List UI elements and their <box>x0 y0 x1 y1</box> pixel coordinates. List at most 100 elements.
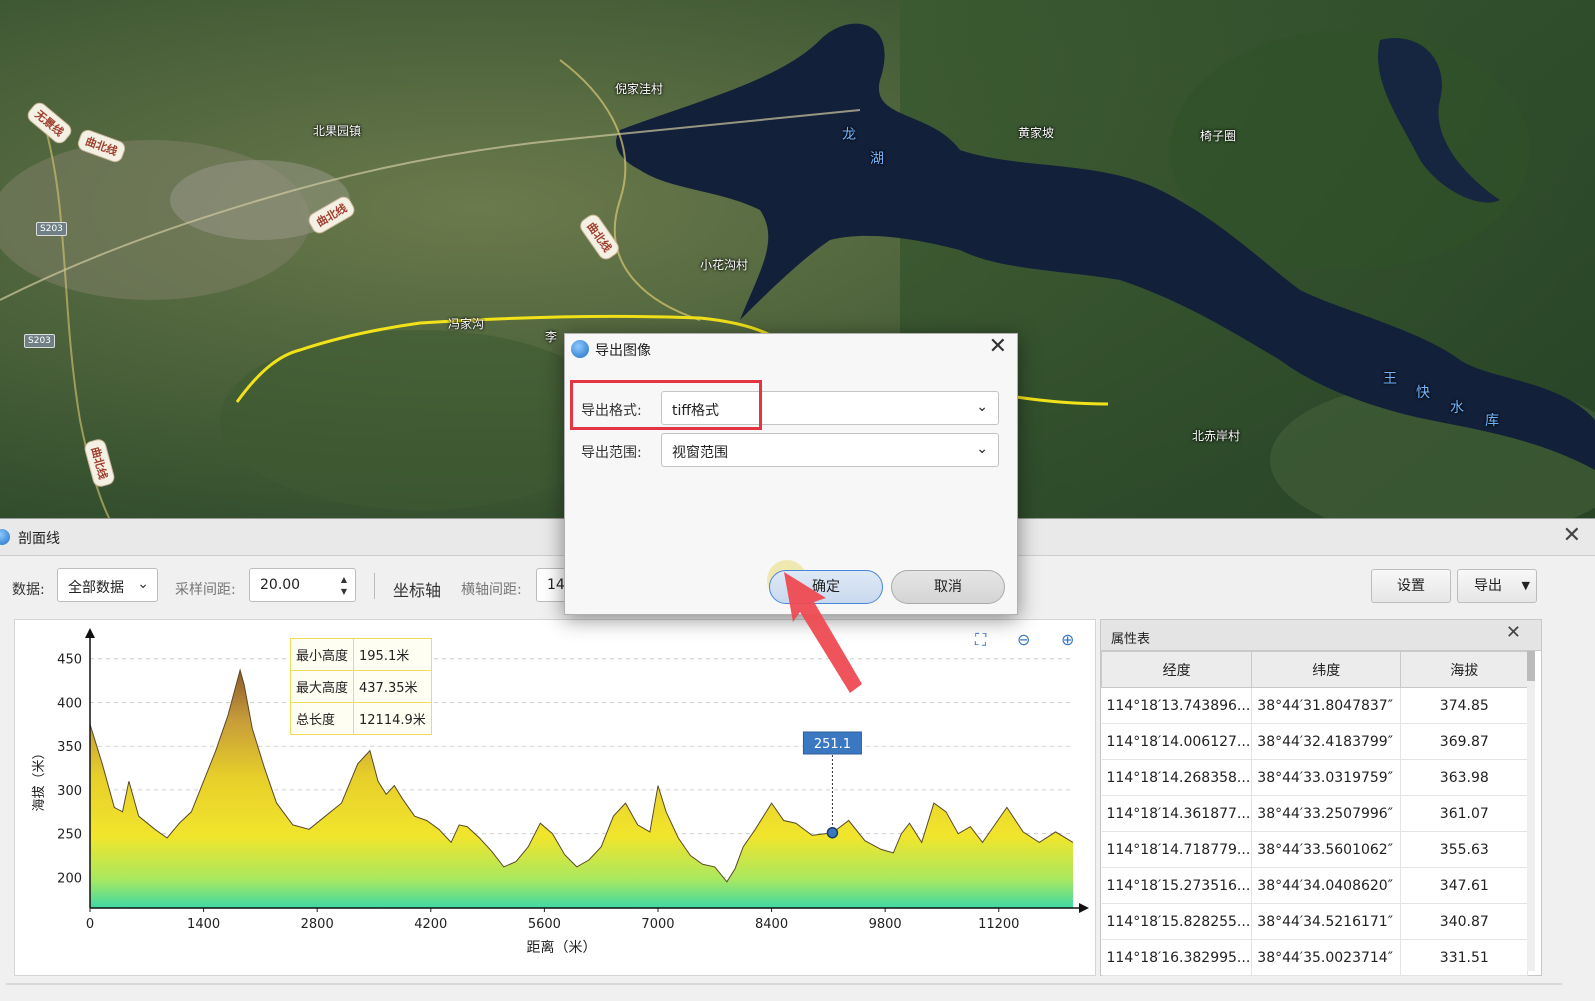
table-cell: 114°18′15.273516... <box>1101 867 1253 904</box>
column-header[interactable]: 海拔 <box>1400 651 1529 688</box>
scrollbar-thumb[interactable] <box>1527 651 1535 681</box>
table-cell: 374.85 <box>1400 687 1529 724</box>
x-tick-label: 7000 <box>641 917 674 932</box>
table-row[interactable]: 114°18′16.382995... 38°44′35.0023714″ 331.… <box>1101 939 1529 976</box>
x-tick-label: 4200 <box>414 917 447 932</box>
min-height-label: 最小高度 <box>289 638 355 671</box>
column-header[interactable]: 纬度 <box>1251 651 1402 688</box>
axis-label: 坐标轴 <box>393 581 442 600</box>
x-tick-label: 2800 <box>301 917 334 932</box>
attribute-table-panel: 属性表 ✕ 经度 纬度 海拔 114°18′13.743896... 38°44′… <box>1100 619 1542 976</box>
chart-marker-layer: 251.1 <box>802 731 862 839</box>
table-cell: 38°44′33.5601062″ <box>1251 831 1402 868</box>
settings-button[interactable]: 设置 <box>1371 569 1451 603</box>
data-label: 数据: <box>12 582 45 598</box>
table-cell: 38°44′33.0319759″ <box>1251 759 1402 796</box>
app-globe-icon <box>0 529 10 545</box>
table-row[interactable]: 114°18′14.268358... 38°44′33.0319759″ 363.… <box>1101 759 1529 796</box>
map-label: 小花沟村 <box>700 258 749 272</box>
table-row[interactable]: 114°18′14.006127... 38°44′32.4183799″ 369.… <box>1101 723 1529 760</box>
caret-down-icon: ▼ <box>1521 579 1530 592</box>
x-tick-label: 11200 <box>978 917 1019 932</box>
export-button-label: 导出 <box>1474 578 1502 594</box>
fit-extent-icon[interactable]: ⛶ <box>975 630 986 650</box>
dialog-title: 导出图像 <box>595 343 651 359</box>
attribute-table: 经度 纬度 海拔 114°18′13.743896... 38°44′31.804… <box>1100 651 1529 976</box>
table-cell: 114°18′16.382995... <box>1101 939 1253 976</box>
range-label: 导出范围: <box>581 445 642 461</box>
y-tick-label: 200 <box>57 871 82 886</box>
x-tick-label: 5600 <box>528 917 561 932</box>
vertical-scrollbar[interactable] <box>1527 651 1535 971</box>
elevation-chart[interactable]: 200 250 300 350 400 450 0 1400 2800 4200 5600 7000 8… <box>14 619 1096 976</box>
cancel-button[interactable]: 取消 <box>891 570 1005 604</box>
app-globe-icon <box>571 340 589 358</box>
table-cell: 114°18′15.828255... <box>1101 903 1253 940</box>
table-cell: 114°18′14.361877... <box>1101 795 1253 832</box>
water-label: 水 <box>1450 400 1464 416</box>
close-icon[interactable]: ✕ <box>1506 622 1521 643</box>
table-cell: 340.87 <box>1400 903 1529 940</box>
spin-up-icon[interactable]: ▲ <box>341 575 347 584</box>
table-cell: 38°44′31.8047837″ <box>1251 687 1402 724</box>
y-axis-arrow <box>85 628 95 638</box>
highlight-box <box>570 380 762 430</box>
dialog-titlebar[interactable]: 导出图像 ✕ <box>565 334 1017 364</box>
h-axis-label: 横轴间距: <box>461 582 522 598</box>
table-cell: 347.61 <box>1400 867 1529 904</box>
map-label: 黄家坡 <box>1018 126 1055 140</box>
y-tick-label: 250 <box>57 828 82 843</box>
attribute-table-title: 属性表 <box>1111 632 1151 647</box>
attribute-table-header: 属性表 ✕ <box>1101 620 1541 651</box>
interval-label: 采样间距: <box>175 582 236 598</box>
x-tick-label: 0 <box>86 917 94 932</box>
water-label: 王 <box>1383 371 1397 387</box>
table-row[interactable]: 114°18′15.273516... 38°44′34.0408620″ 347.… <box>1101 867 1529 904</box>
x-axis-arrow <box>1079 903 1089 913</box>
table-row[interactable]: 114°18′13.743896... 38°44′31.8047837″ 374.… <box>1101 687 1529 724</box>
x-tick-label: 1400 <box>187 917 220 932</box>
table-cell: 331.51 <box>1400 939 1529 976</box>
table-cell: 38°44′32.4183799″ <box>1251 723 1402 760</box>
table-row[interactable]: 114°18′14.361877... 38°44′33.2507996″ 361.… <box>1101 795 1529 832</box>
data-select-value: 全部数据 <box>68 580 124 596</box>
table-cell: 38°44′33.2507996″ <box>1251 795 1402 832</box>
max-height-label: 最大高度 <box>289 670 355 703</box>
total-length-value: 12114.9米 <box>353 702 432 735</box>
close-icon[interactable]: ✕ <box>989 334 1007 359</box>
marker-label: 251.1 <box>814 737 851 752</box>
close-icon[interactable]: ✕ <box>1563 523 1581 548</box>
spin-down-icon[interactable]: ▼ <box>341 587 347 596</box>
table-cell: 38°44′34.5216171″ <box>1251 903 1402 940</box>
table-cell: 369.87 <box>1400 723 1529 760</box>
table-row[interactable]: 114°18′15.828255... 38°44′34.5216171″ 340.… <box>1101 903 1529 940</box>
table-row[interactable]: 114°18′14.718779... 38°44′33.5601062″ 355.… <box>1101 831 1529 868</box>
water-label: 湖 <box>870 151 884 167</box>
elevation-area <box>90 670 1073 908</box>
range-select[interactable]: 视窗范围 ⌄ <box>661 433 999 467</box>
toolbar-divider <box>374 573 375 599</box>
map-label: 倪家洼村 <box>615 82 664 96</box>
data-select[interactable]: 全部数据 ⌄ <box>57 568 158 602</box>
zoom-out-icon[interactable]: ⊖ <box>1017 630 1030 649</box>
y-axis-title: 海拔（米） <box>32 746 47 811</box>
chevron-down-icon: ⌄ <box>976 399 988 415</box>
x-tick-label: 8400 <box>755 917 788 932</box>
map-label: 北赤岸村 <box>1192 429 1241 443</box>
export-dropdown-button[interactable]: 导出 ▼ <box>1457 569 1537 603</box>
zoom-in-icon[interactable]: ⊕ <box>1061 630 1074 649</box>
highway-shield: S203 <box>24 334 55 348</box>
table-cell: 355.63 <box>1400 831 1529 868</box>
highway-shield: S203 <box>36 222 67 236</box>
range-select-value: 视窗范围 <box>672 445 728 461</box>
marker-point <box>826 826 839 839</box>
panel-footer <box>0 979 1595 1001</box>
ok-button[interactable]: 确定 <box>769 570 883 604</box>
map-label: 李 <box>545 330 558 344</box>
panel-title: 剖面线 <box>18 531 60 547</box>
table-cell: 114°18′13.743896... <box>1101 687 1253 724</box>
column-header[interactable]: 经度 <box>1100 651 1253 688</box>
total-length-label: 总长度 <box>289 702 355 735</box>
map-label: 北果园镇 <box>313 124 362 138</box>
interval-spinbox[interactable]: 20.00 ▲ ▼ <box>249 568 356 602</box>
